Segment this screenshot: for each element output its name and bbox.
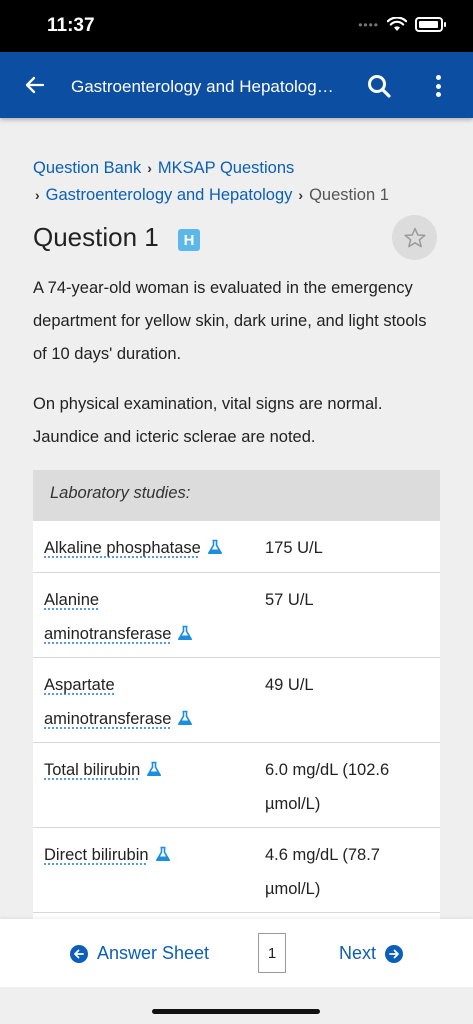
breadcrumb: Question Bank › MKSAP Questions › Gastroent… [33,155,443,209]
more-options-button[interactable] [426,72,450,100]
question-stem-paragraph: A 74-year-old woman is evaluated in the … [33,279,427,363]
bottom-navigation-bar: Answer Sheet 1 Next [0,919,473,987]
lab-value-cell: 175 U/L [265,539,323,557]
arrow-left-circle-icon [70,944,88,963]
next-button[interactable]: Next [339,943,404,964]
badge-label: H [183,231,195,249]
star-outline-icon [403,227,426,247]
lab-value-cell: 4.6 mg/dL (78.7 µmol/L) [265,846,380,898]
flask-icon[interactable] [177,625,193,641]
table-row: Total bilirubin 6.0 mg/dL (102.6 µmol/L) [33,743,440,828]
chevron-right-icon: › [298,187,304,203]
lab-value-cell: 57 U/L [265,591,314,609]
lab-studies-table: Laboratory studies: Alkaline phosphatase… [33,470,440,920]
lab-name-link[interactable]: Aspartate aminotransferase [44,676,171,728]
next-label: Next [339,943,377,963]
chevron-right-icon: › [35,187,40,203]
flask-icon[interactable] [146,761,162,777]
breadcrumb-question-bank[interactable]: Question Bank [33,159,141,177]
table-row: Alanine aminotransferase 57 U/L [33,573,440,658]
search-icon [368,75,391,98]
more-vertical-icon [435,75,441,80]
lab-name-cell: Alanine aminotransferase [44,583,224,651]
arrow-left-icon [25,76,45,94]
table-row: Alkaline phosphatase 175 U/L [33,521,440,573]
status-time: 11:37 [47,15,95,36]
bookmark-button[interactable] [392,215,437,260]
question-stem-paragraph: On physical examination, vital signs are… [33,395,383,446]
signal-icon: •••• [358,17,379,32]
flask-icon[interactable] [177,710,193,726]
lab-name-link[interactable]: Alkaline phosphatase [44,539,201,557]
app-bar-title: Gastroenterology and Hepatolog… [71,77,334,96]
lab-name-cell: Direct bilirubin [44,838,244,872]
breadcrumb-mksap-questions[interactable]: MKSAP Questions [158,159,294,177]
lab-value-cell: 49 U/L [265,676,314,694]
breadcrumb-gastroenterology[interactable]: Gastroenterology and Hepatology [46,186,293,204]
status-icons: •••• [358,17,446,32]
table-row: Direct bilirubin 4.6 mg/dL (78.7 µmol/L) [33,828,440,913]
hospitalist-badge: H [178,229,200,251]
lab-name-cell: Aspartate aminotransferase [44,668,224,736]
lab-name-link[interactable]: Alanine aminotransferase [44,591,171,643]
table-row: Aspartate aminotransferase 49 U/L [33,658,440,743]
wifi-icon [387,17,407,31]
lab-value-cell: 6.0 mg/dL (102.6 µmol/L) [265,761,390,813]
arrow-right-circle-icon [385,944,404,963]
home-indicator[interactable] [152,1009,320,1014]
lab-name-cell: Alkaline phosphatase [44,531,244,565]
home-indicator-area [0,987,473,1024]
lab-name-cell: Total bilirubin [44,753,244,787]
back-button[interactable] [22,72,48,98]
page-number-input[interactable]: 1 [258,933,286,973]
search-button[interactable] [366,73,392,99]
lab-name-link[interactable]: Total bilirubin [44,761,140,779]
lab-name-link[interactable]: Direct bilirubin [44,846,149,864]
flask-icon[interactable] [207,539,223,555]
question-title: Question 1 [33,222,159,252]
answer-sheet-label: Answer Sheet [97,943,210,963]
chevron-right-icon: › [147,160,152,176]
lab-studies-header: Laboratory studies: [33,470,440,521]
answer-sheet-button[interactable]: Answer Sheet [70,943,209,964]
battery-icon [415,17,446,32]
app-bar: Gastroenterology and Hepatolog… [0,52,473,118]
breadcrumb-current: Question 1 [309,186,389,204]
flask-icon[interactable] [155,846,171,862]
status-bar: 11:37 •••• [0,0,473,52]
